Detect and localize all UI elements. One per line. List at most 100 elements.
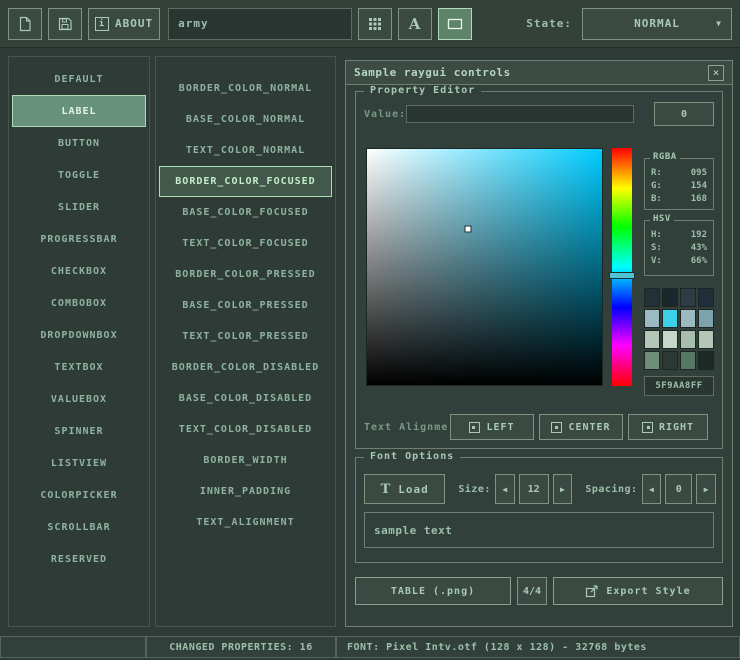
property-item-text-color-focused[interactable]: TEXT_COLOR_FOCUSED [159,228,332,259]
palette-swatch-6[interactable] [680,309,696,328]
property-item-text-color-disabled[interactable]: TEXT_COLOR_DISABLED [159,414,332,445]
close-icon[interactable]: × [708,65,724,81]
palette-swatch-10[interactable] [680,330,696,349]
style-name-input[interactable] [168,8,352,40]
save-icon [57,16,73,32]
load-font-button[interactable]: T Load [364,474,445,504]
style-table-button[interactable] [358,8,392,40]
control-item-spinner[interactable]: SPINNER [12,415,146,447]
control-item-checkbox[interactable]: CHECKBOX [12,255,146,287]
align-left-icon [469,422,480,433]
spacing-label: Spacing: [585,484,637,495]
palette-swatch-11[interactable] [698,330,714,349]
info-icon: i [95,17,109,31]
window-titlebar[interactable]: Sample raygui controls × [346,61,732,85]
font-view-button[interactable]: A [398,8,432,40]
align-center-button[interactable]: CENTER [539,414,623,440]
property-item-base-color-disabled[interactable]: BASE_COLOR_DISABLED [159,383,332,414]
property-item-base-color-normal[interactable]: BASE_COLOR_NORMAL [159,104,332,135]
palette-swatch-9[interactable] [662,330,678,349]
palette-swatch-1[interactable] [662,288,678,307]
property-item-text-alignment[interactable]: TEXT_ALIGNMENT [159,507,332,538]
file-icon [17,16,33,32]
property-item-base-color-focused[interactable]: BASE_COLOR_FOCUSED [159,197,332,228]
size-increase-button[interactable]: ▶ [553,474,573,504]
control-item-colorpicker[interactable]: COLORPICKER [12,479,146,511]
size-decrease-button[interactable]: ◀ [495,474,515,504]
palette-swatch-4[interactable] [644,309,660,328]
color-saturation-panel[interactable] [366,148,603,386]
hue-slider-handle[interactable] [609,272,635,279]
control-item-dropdownbox[interactable]: DROPDOWNBOX [12,319,146,351]
hex-value-box[interactable]: 5F9AA8FF [644,376,714,396]
property-item-text-color-pressed[interactable]: TEXT_COLOR_PRESSED [159,321,332,352]
spacing-value-box[interactable]: 0 [665,474,692,504]
property-item-border-color-normal[interactable]: BORDER_COLOR_NORMAL [159,73,332,104]
align-right-button[interactable]: RIGHT [628,414,708,440]
spacing-decrease-button[interactable]: ◀ [642,474,662,504]
window-title: Sample raygui controls [354,66,511,79]
properties-list: BORDER_COLOR_NORMALBASE_COLOR_NORMALTEXT… [155,56,336,627]
property-item-base-color-pressed[interactable]: BASE_COLOR_PRESSED [159,290,332,321]
palette-swatch-15[interactable] [698,351,714,370]
palette-swatch-13[interactable] [662,351,678,370]
control-item-button[interactable]: BUTTON [12,127,146,159]
palette-swatch-0[interactable] [644,288,660,307]
spacing-increase-button[interactable]: ▶ [696,474,716,504]
control-item-label[interactable]: LABEL [12,95,146,127]
export-style-button[interactable]: Export Style [553,577,723,605]
sample-text-box[interactable]: sample text [364,512,714,548]
hsv-group-title: HSV [650,214,674,224]
control-item-scrollbar[interactable]: SCROLLBAR [12,511,146,543]
state-label: State: [526,17,572,30]
pages-value-box[interactable]: 4/4 [517,577,547,605]
value-box[interactable]: 0 [654,102,714,126]
property-item-border-color-pressed[interactable]: BORDER_COLOR_PRESSED [159,259,332,290]
palette-swatch-12[interactable] [644,351,660,370]
property-editor-title: Property Editor [364,85,481,96]
palette-swatch-14[interactable] [680,351,696,370]
save-file-button[interactable] [48,8,82,40]
property-item-inner-padding[interactable]: INNER_PADDING [159,476,332,507]
value-input[interactable] [406,105,634,123]
control-item-combobox[interactable]: COMBOBOX [12,287,146,319]
property-item-text-color-normal[interactable]: TEXT_COLOR_NORMAL [159,135,332,166]
new-file-button[interactable] [8,8,42,40]
sample-controls-window: Sample raygui controls × Property Editor… [345,60,733,627]
control-item-listview[interactable]: LISTVIEW [12,447,146,479]
property-editor-group: Property Editor Value: 0 RGBA R:095 G:15… [355,91,723,449]
font-row: T Load Size: ◀ 12 ▶ Spacing: ◀ 0 ▶ [364,474,716,504]
status-box-empty [0,636,146,658]
control-item-default[interactable]: DEFAULT [12,63,146,95]
state-dropdown[interactable]: NORMAL ▼ [582,8,732,40]
control-item-reserved[interactable]: RESERVED [12,543,146,575]
state-dropdown-value: NORMAL [634,17,680,30]
font-options-title: Font Options [364,451,460,462]
table-format-button[interactable]: TABLE (.png) [355,577,511,605]
control-item-progressbar[interactable]: PROGRESSBAR [12,223,146,255]
about-button[interactable]: i ABOUT [88,8,160,40]
align-left-button[interactable]: LEFT [450,414,534,440]
control-item-textbox[interactable]: TEXTBOX [12,351,146,383]
property-item-border-color-focused[interactable]: BORDER_COLOR_FOCUSED [159,166,332,197]
hsv-group: HSV H:192 S:43% V:66% [644,220,714,276]
control-item-toggle[interactable]: TOGGLE [12,159,146,191]
property-item-border-width[interactable]: BORDER_WIDTH [159,445,332,476]
export-row: TABLE (.png) 4/4 Export Style [355,577,723,605]
hsv-h-row: H:192 [649,229,709,242]
text-alignment-row: Text Alignme LEFT CENTER RIGHT [364,414,716,440]
controls-view-button[interactable] [438,8,472,40]
palette-swatch-7[interactable] [698,309,714,328]
export-icon [585,584,599,598]
palette-swatch-8[interactable] [644,330,660,349]
control-item-slider[interactable]: SLIDER [12,191,146,223]
property-item-border-color-disabled[interactable]: BORDER_COLOR_DISABLED [159,352,332,383]
color-selector-dot[interactable] [465,226,472,233]
size-value-box[interactable]: 12 [519,474,549,504]
palette-swatch-5[interactable] [662,309,678,328]
control-item-valuebox[interactable]: VALUEBOX [12,383,146,415]
hue-slider[interactable] [612,148,632,386]
align-center-icon [551,422,562,433]
palette-swatch-3[interactable] [698,288,714,307]
palette-swatch-2[interactable] [680,288,696,307]
